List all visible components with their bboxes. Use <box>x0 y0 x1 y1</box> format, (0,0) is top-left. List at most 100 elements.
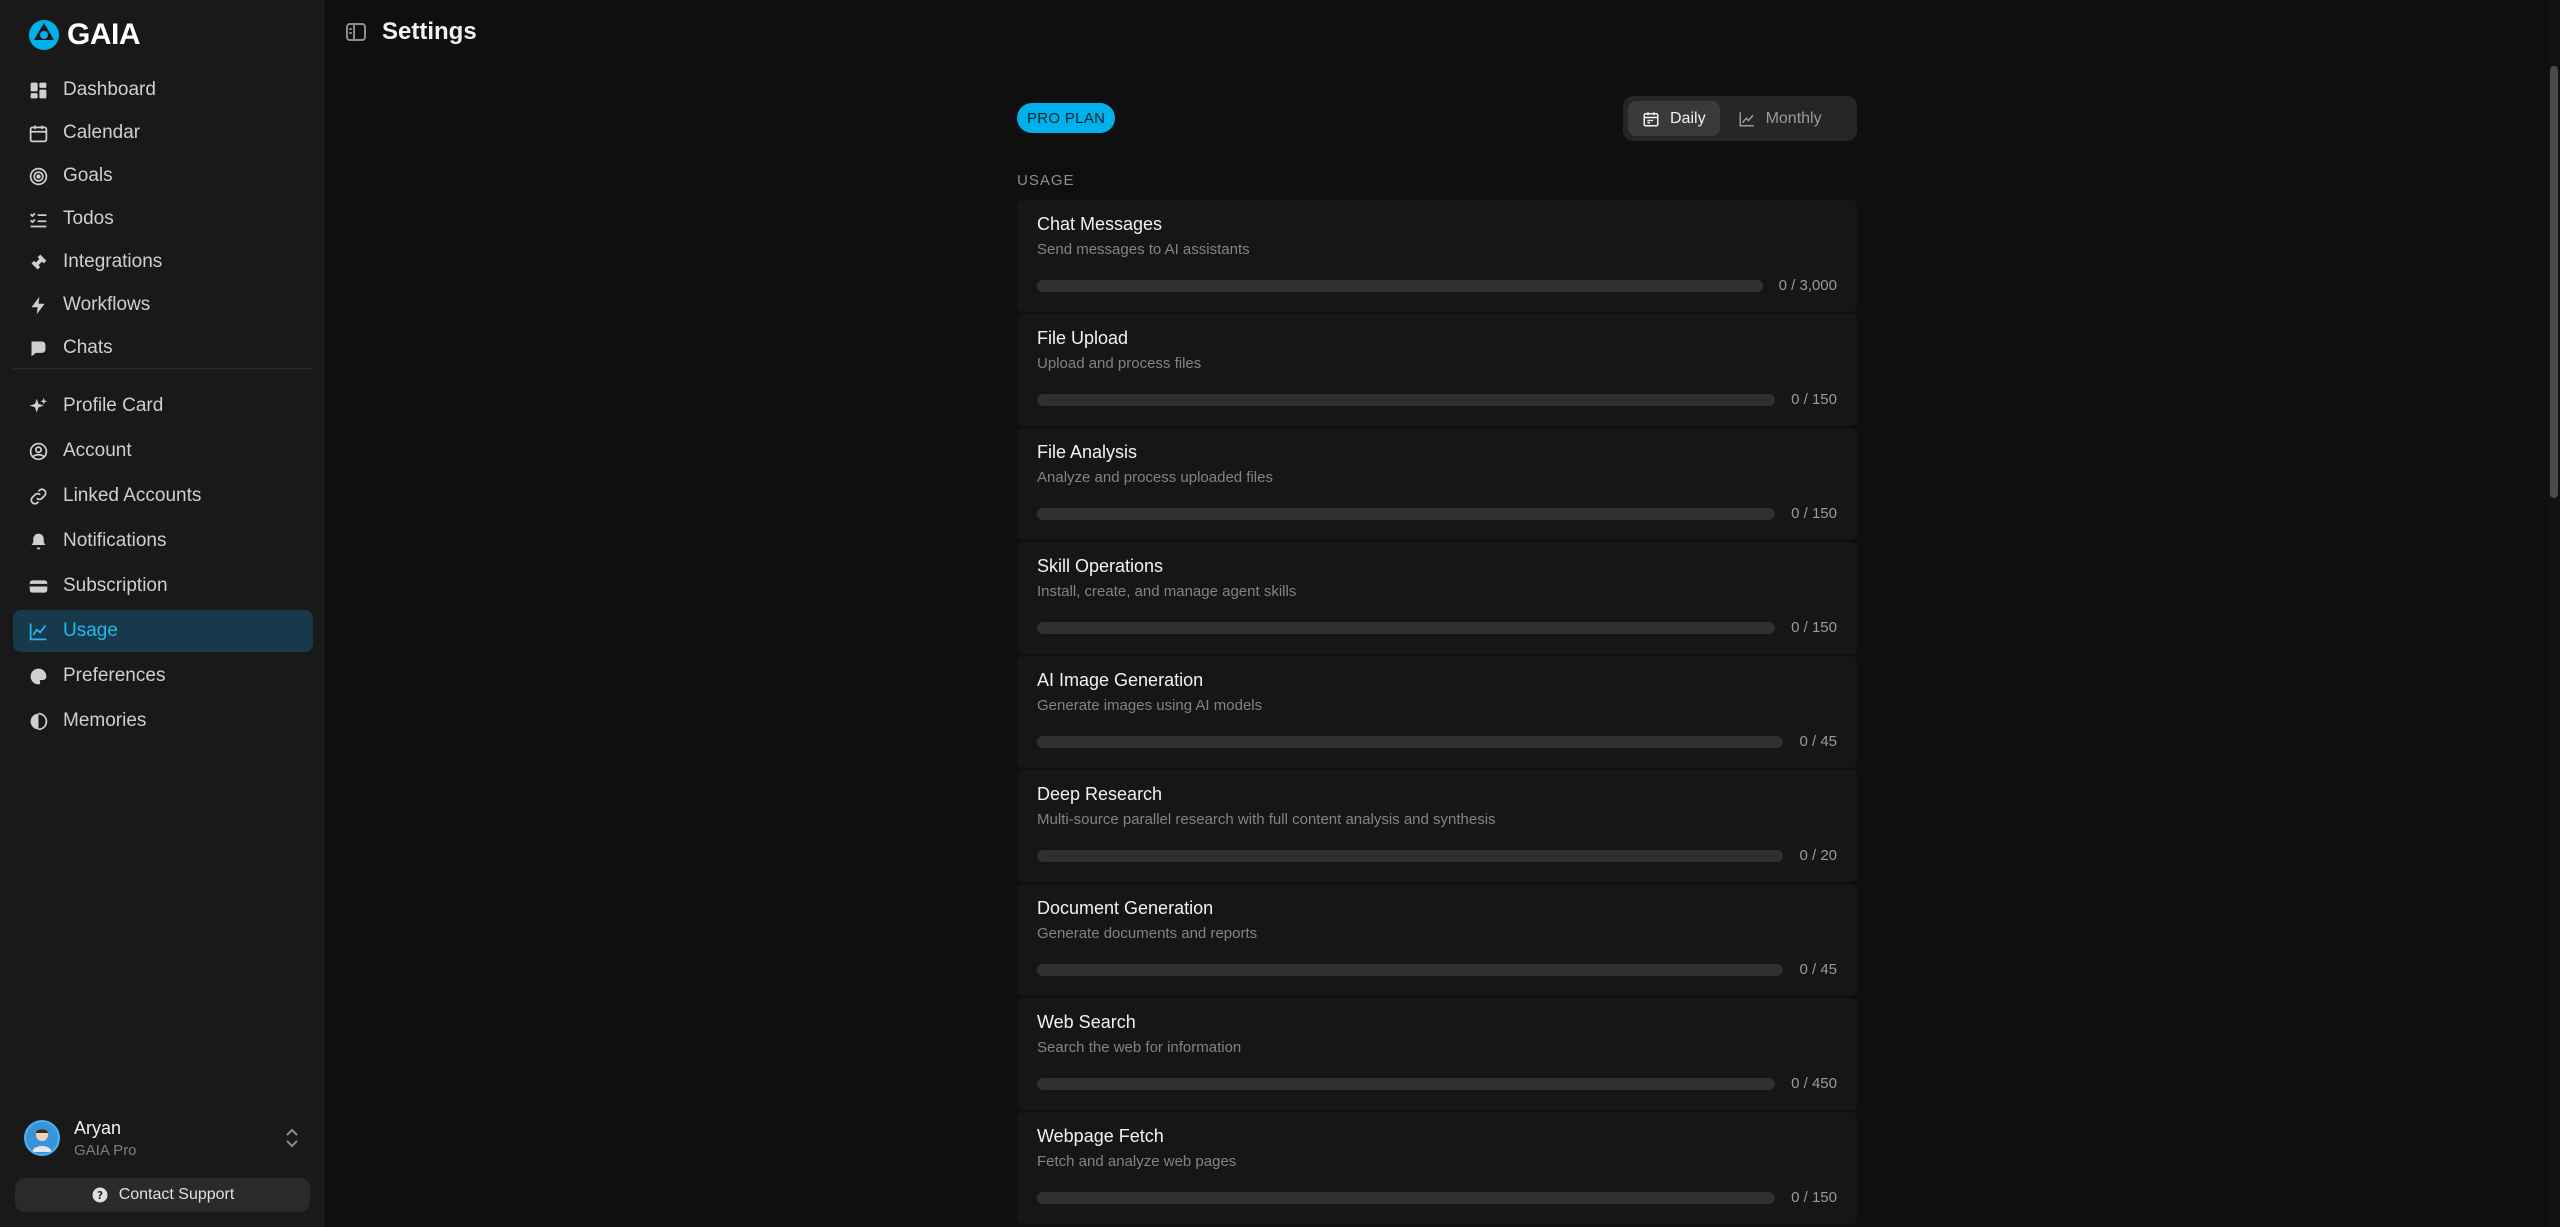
usage-item-skill-operations: Skill Operations Install, create, and ma… <box>1017 542 1857 654</box>
usage-description: Generate documents and reports <box>1037 925 1258 942</box>
user-plan: GAIA Pro <box>74 1141 137 1159</box>
sidebar-item-goals[interactable]: Goals <box>13 156 313 196</box>
sidebar: GAIA Dashboard Calendar Goals Todos Inte… <box>0 0 324 1227</box>
usage-name: File Analysis <box>1037 442 1138 462</box>
sidebar-item-label: Workflows <box>63 294 151 315</box>
usage-item-ai-image-generation: AI Image Generation Generate images usin… <box>1017 656 1857 768</box>
toggle-daily-label: Daily <box>1670 109 1706 127</box>
palette-icon <box>30 668 47 684</box>
usage-name: AI Image Generation <box>1037 670 1204 690</box>
usage-name: Chat Messages <box>1037 214 1163 234</box>
usage-count: 0 / 3,000 <box>1778 277 1837 294</box>
usage-meter: 0 / 150 <box>1037 505 1837 522</box>
usage-name: Web Search <box>1037 1012 1136 1032</box>
sidebar-item-label: Calendar <box>63 122 141 143</box>
sidebar-item-linked-accounts[interactable]: Linked Accounts <box>13 475 313 517</box>
settings-nav: Profile Card Account Linked Accounts Not… <box>13 385 313 745</box>
user-name: Aryan <box>74 1117 122 1138</box>
sidebar-item-label: Linked Accounts <box>63 485 202 506</box>
sidebar-item-account[interactable]: Account <box>13 430 313 472</box>
sidebar-item-preferences[interactable]: Preferences <box>13 655 313 697</box>
usage-name: Deep Research <box>1037 784 1163 804</box>
scrollbar[interactable] <box>2548 0 2560 1227</box>
usage-item-document-generation: Document Generation Generate documents a… <box>1017 884 1857 996</box>
toggle-monthly-label: Monthly <box>1765 109 1822 127</box>
main-nav: Dashboard Calendar Goals Todos Integrati… <box>13 70 313 371</box>
usage-meter: 0 / 450 <box>1037 1075 1837 1092</box>
user-menu[interactable]: Aryan GAIA Pro <box>24 1116 304 1160</box>
usage-meter: 0 / 150 <box>1037 619 1837 636</box>
dashboard-icon <box>30 82 47 98</box>
usage-meter: 0 / 20 <box>1037 847 1837 864</box>
usage-meter: 0 / 150 <box>1037 391 1837 408</box>
usage-item-file-upload: File Upload Upload and process files 0 /… <box>1017 314 1857 426</box>
sidebar-item-label: Chats <box>63 337 113 358</box>
usage-count: 0 / 150 <box>1791 505 1837 522</box>
usage-item-file-analysis: File Analysis Analyze and process upload… <box>1017 428 1857 540</box>
progress-bar <box>1037 735 1784 748</box>
sidebar-item-integrations[interactable]: Integrations <box>13 242 313 282</box>
support-label: Contact Support <box>118 1186 235 1203</box>
gaia-logo-icon <box>29 20 59 50</box>
usage-count: 0 / 45 <box>1799 733 1837 750</box>
plug-icon <box>31 254 47 269</box>
chart-line-icon <box>1739 111 1754 126</box>
sidebar-item-label: Profile Card <box>63 395 164 416</box>
progress-bar <box>1037 507 1776 520</box>
link-icon <box>30 487 47 505</box>
checklist-icon <box>30 212 47 227</box>
avatar-face-icon <box>32 1129 52 1152</box>
contact-support-button[interactable]: ? Contact Support <box>15 1178 310 1212</box>
sidebar-item-calendar[interactable]: Calendar <box>13 113 313 153</box>
sidebar-item-label: Preferences <box>63 665 166 686</box>
sidebar-item-label: Notifications <box>63 530 167 551</box>
chart-line-icon <box>29 623 47 640</box>
toggle-daily[interactable]: Daily <box>1628 101 1720 136</box>
sidebar-item-label: Integrations <box>63 251 163 272</box>
chat-icon <box>31 341 46 356</box>
sidebar-toggle-icon[interactable] <box>344 20 368 44</box>
sidebar-item-dashboard[interactable]: Dashboard <box>13 70 313 110</box>
sidebar-item-label: Account <box>63 440 132 461</box>
brand-name: GAIA <box>67 18 141 51</box>
target-icon <box>29 167 48 185</box>
sidebar-item-memories[interactable]: Memories <box>13 700 313 742</box>
progress-bar <box>1037 1077 1776 1090</box>
lightning-icon <box>31 296 45 314</box>
sidebar-item-notifications[interactable]: Notifications <box>13 520 313 562</box>
sidebar-item-chats[interactable]: Chats <box>13 328 313 368</box>
usage-description: Send messages to AI assistants <box>1037 241 1250 258</box>
sparkle-icon <box>29 397 48 413</box>
usage-list: Chat Messages Send messages to AI assist… <box>1017 200 1857 1226</box>
usage-meter: 0 / 150 <box>1037 1189 1837 1206</box>
logo[interactable]: GAIA <box>27 18 141 52</box>
user-circle-icon <box>29 442 48 460</box>
sidebar-item-usage[interactable]: Usage <box>13 610 313 652</box>
usage-count: 0 / 150 <box>1791 619 1837 636</box>
sidebar-item-todos[interactable]: Todos <box>13 199 313 239</box>
sidebar-item-profile-card[interactable]: Profile Card <box>13 385 313 427</box>
sidebar-divider <box>13 368 313 369</box>
sidebar-item-label: Dashboard <box>63 79 156 100</box>
usage-description: Search the web for information <box>1037 1039 1242 1056</box>
sidebar-item-workflows[interactable]: Workflows <box>13 285 313 325</box>
svg-text:?: ? <box>97 1190 103 1202</box>
progress-bar <box>1037 621 1776 634</box>
usage-item-webpage-fetch: Webpage Fetch Fetch and analyze web page… <box>1017 1112 1857 1224</box>
calendar-icon <box>29 125 48 142</box>
help-circle-icon: ? <box>92 1187 108 1203</box>
app-root: GAIA Dashboard Calendar Goals Todos Inte… <box>0 0 2560 1227</box>
sidebar-item-label: Subscription <box>63 575 168 596</box>
toggle-monthly[interactable]: Monthly <box>1724 101 1836 136</box>
page-title: Settings <box>382 18 477 45</box>
bell-icon <box>31 533 46 549</box>
chevron-up-down-icon[interactable] <box>280 1126 304 1150</box>
usage-meter: 0 / 3,000 <box>1037 277 1837 294</box>
scrollbar-thumb[interactable] <box>2550 66 2558 498</box>
usage-description: Multi-source parallel research with full… <box>1037 811 1496 828</box>
usage-count: 0 / 150 <box>1791 1189 1837 1206</box>
sidebar-item-subscription[interactable]: Subscription <box>13 565 313 607</box>
usage-name: Webpage Fetch <box>1037 1126 1164 1146</box>
sidebar-item-label: Memories <box>63 710 147 731</box>
usage-meter: 0 / 45 <box>1037 733 1837 750</box>
